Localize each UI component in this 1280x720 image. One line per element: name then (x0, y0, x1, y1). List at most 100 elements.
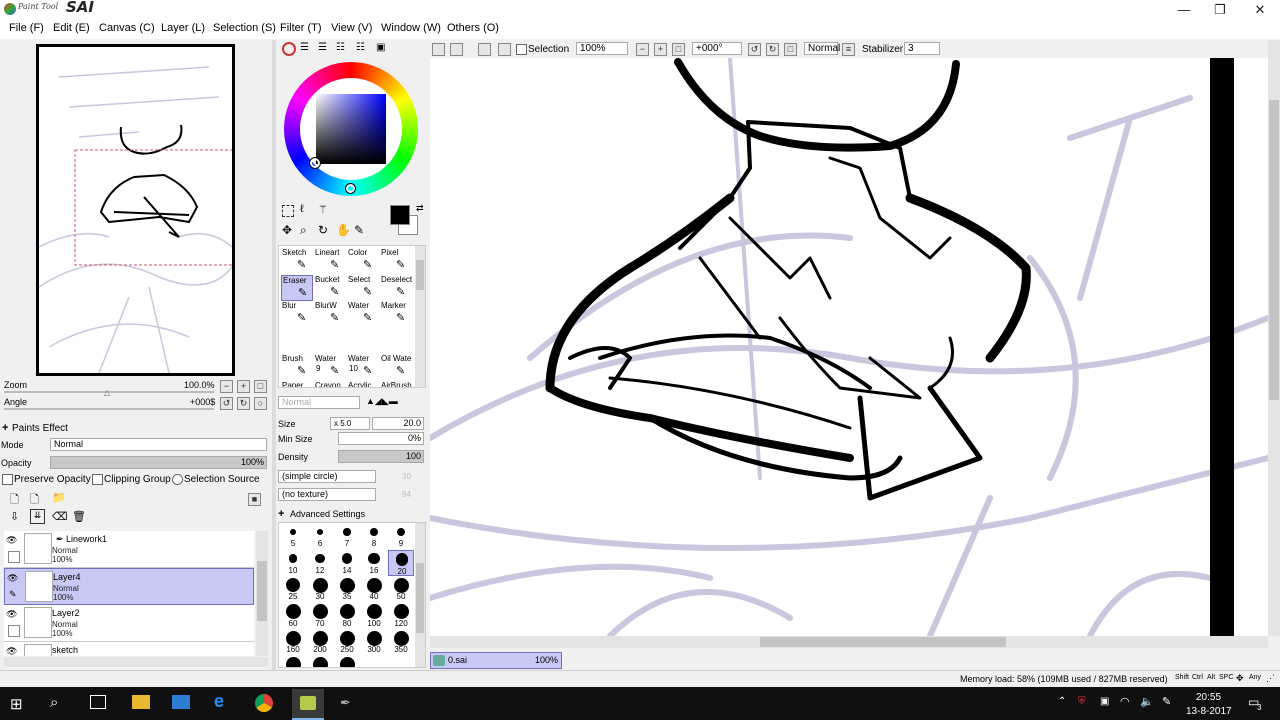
brush-texture-select[interactable]: (no texture) (278, 488, 376, 501)
rotate-cw-tool-button[interactable]: ↻ (766, 43, 779, 56)
brush-size-5[interactable]: 5 (280, 523, 306, 549)
tray-chevron-icon[interactable]: ⌃ (1058, 696, 1066, 707)
tool-select[interactable]: Select ✎ (347, 275, 379, 301)
tool-water[interactable]: Water ✎ (347, 301, 379, 327)
tool-marker[interactable]: Marker ✎ (380, 301, 412, 327)
brush-blend-mode-select[interactable]: Normal (278, 396, 360, 409)
brush-size-9[interactable]: 9 (388, 523, 414, 549)
zoom-out-tool-button[interactable]: − (636, 43, 649, 56)
layer-name[interactable]: Layer4 (53, 572, 81, 582)
volume-icon[interactable]: 🔈 (1140, 695, 1154, 708)
hsv-slider-tab-icon[interactable]: ☰ (318, 42, 327, 53)
tray-app-icon[interactable]: ▣ (1100, 696, 1109, 707)
rotate-icon[interactable]: ↻ (318, 223, 328, 237)
brush-size-50[interactable]: 50 (388, 576, 414, 602)
task-view-icon[interactable] (90, 695, 106, 709)
eye-icon[interactable]: 👁 (6, 646, 17, 656)
zoom-in-tool-button[interactable]: + (654, 43, 667, 56)
clock-date[interactable]: 13-8-2017 (1186, 706, 1232, 717)
brush-size-80[interactable]: 80 (334, 603, 360, 629)
brush-size-30[interactable]: 30 (307, 576, 333, 602)
layer-row[interactable]: 👁 ✒ Linework1 Normal 100% (4, 531, 254, 568)
file-explorer-icon[interactable] (132, 695, 150, 709)
layer-row-selected[interactable]: 👁 ✎ Layer4 Normal 100% (4, 568, 254, 605)
tool-eraser[interactable]: Eraser ✎ (281, 274, 313, 301)
expand-icon[interactable]: + (2, 422, 8, 434)
tool-water[interactable]: Water ✎ 9 (314, 354, 346, 380)
blend-mode-select[interactable]: Normal (50, 438, 267, 451)
wifi-icon[interactable]: ◠ (1120, 695, 1130, 708)
brush-size-25[interactable]: 25 (280, 576, 306, 602)
angle-select[interactable]: +000° (692, 42, 742, 55)
density-slider[interactable]: 100 (338, 450, 424, 463)
move-icon[interactable]: ✥ (282, 223, 292, 237)
zoom-icon[interactable]: ⌕ (300, 223, 307, 238)
size-slider[interactable]: 20.0 (372, 417, 424, 430)
toolbar-btn-3[interactable] (478, 43, 491, 56)
menu-window[interactable]: Window (W) (381, 22, 441, 34)
clipping-group-checkbox[interactable] (92, 474, 103, 485)
rotate-left-button[interactable]: ↺ (220, 397, 233, 410)
tool-bucket[interactable]: Bucket ✎ (314, 275, 346, 301)
rotate-ccw-tool-button[interactable]: ↺ (748, 43, 761, 56)
zoom-slider-thumb[interactable]: △ (104, 388, 110, 397)
rgb-slider-tab-icon[interactable]: ☰ (300, 42, 309, 53)
toolbar-btn-4[interactable] (498, 43, 511, 56)
size-grid-scrollbar[interactable] (415, 523, 425, 667)
tool-lineart[interactable]: Lineart ✎ (314, 248, 346, 274)
tool-brush[interactable]: Brush ✎ (281, 354, 313, 380)
menu-selection[interactable]: Selection (S) (213, 22, 276, 34)
brush-size-450[interactable]: 450 (307, 656, 333, 667)
brush-size-500[interactable]: 500 (334, 656, 360, 667)
preserve-opacity-checkbox[interactable] (2, 474, 13, 485)
toolbar-btn-2[interactable] (450, 43, 463, 56)
brush-size-70[interactable]: 70 (307, 603, 333, 629)
tool-blurw[interactable]: BlurW ✎ (314, 301, 346, 327)
color-wheel-tab-icon[interactable] (282, 42, 296, 56)
resize-grip-icon[interactable]: ⋰ (1266, 673, 1275, 684)
minimize-button[interactable]: — (1164, 0, 1204, 19)
paints-effect-label[interactable]: Paints Effect (12, 423, 68, 434)
brush-size-12[interactable]: 12 (307, 550, 333, 576)
edge-icon[interactable]: e (214, 691, 224, 712)
paint-tool-sai-taskbar-icon[interactable] (292, 689, 324, 720)
menu-layer[interactable]: Layer (L) (161, 22, 205, 34)
brush-size-7[interactable]: 7 (334, 523, 360, 549)
expand-icon[interactable]: + (278, 508, 284, 520)
layer-row[interactable]: 👁 Layer2 Normal 100% (4, 605, 254, 642)
new-folder-icon[interactable]: 📁 (52, 491, 66, 504)
hue-wheel[interactable] (284, 62, 418, 196)
zoom-out-button[interactable]: − (220, 380, 233, 393)
maximize-button[interactable]: ❐ (1200, 0, 1240, 19)
menu-others[interactable]: Others (O) (447, 22, 499, 34)
layer-row[interactable]: 👁 sketch (4, 642, 254, 656)
swatches-tab-icon[interactable]: ☷ (336, 42, 345, 53)
tool-deselect[interactable]: Deselect ✎ (380, 275, 412, 301)
layer-name[interactable]: Layer2 (52, 608, 80, 618)
zoom-in-button[interactable]: + (237, 380, 250, 393)
sv-square[interactable] (316, 94, 386, 164)
rotate-reset-button[interactable]: ○ (254, 397, 267, 410)
brush-size-10[interactable]: 10 (280, 550, 306, 576)
swap-colors-icon[interactable]: ⇄ (416, 203, 424, 214)
selection-checkbox[interactable] (516, 44, 527, 55)
tool-crayon[interactable]: Crayon✎ (314, 381, 346, 388)
lasso-icon[interactable]: ℓ (300, 203, 304, 215)
eyedropper-icon[interactable]: ✎ (354, 223, 364, 237)
view-blend-select[interactable]: Normal (804, 42, 840, 55)
eye-icon[interactable]: 👁 (6, 609, 17, 620)
brush-size-60[interactable]: 60 (280, 603, 306, 629)
brush-size-350[interactable]: 350 (388, 629, 414, 655)
zoom-fit-button[interactable]: □ (672, 43, 685, 56)
selection-source-radio[interactable] (172, 474, 183, 485)
menu-view[interactable]: View (V) (331, 22, 372, 34)
lock-slot[interactable] (8, 551, 20, 563)
tool-sketch[interactable]: Sketch ✎ (281, 248, 313, 274)
clock-time[interactable]: 20:55 (1196, 692, 1221, 703)
tool-color[interactable]: Color ✎ (347, 248, 379, 274)
eye-icon[interactable]: 👁 (7, 573, 18, 584)
tray-antivirus-icon[interactable]: ⛨ (1078, 696, 1086, 707)
document-tab[interactable]: 0.sai 100% (430, 652, 562, 669)
brush-size-250[interactable]: 250 (334, 629, 360, 655)
min-size-slider[interactable]: 0% (338, 432, 424, 445)
